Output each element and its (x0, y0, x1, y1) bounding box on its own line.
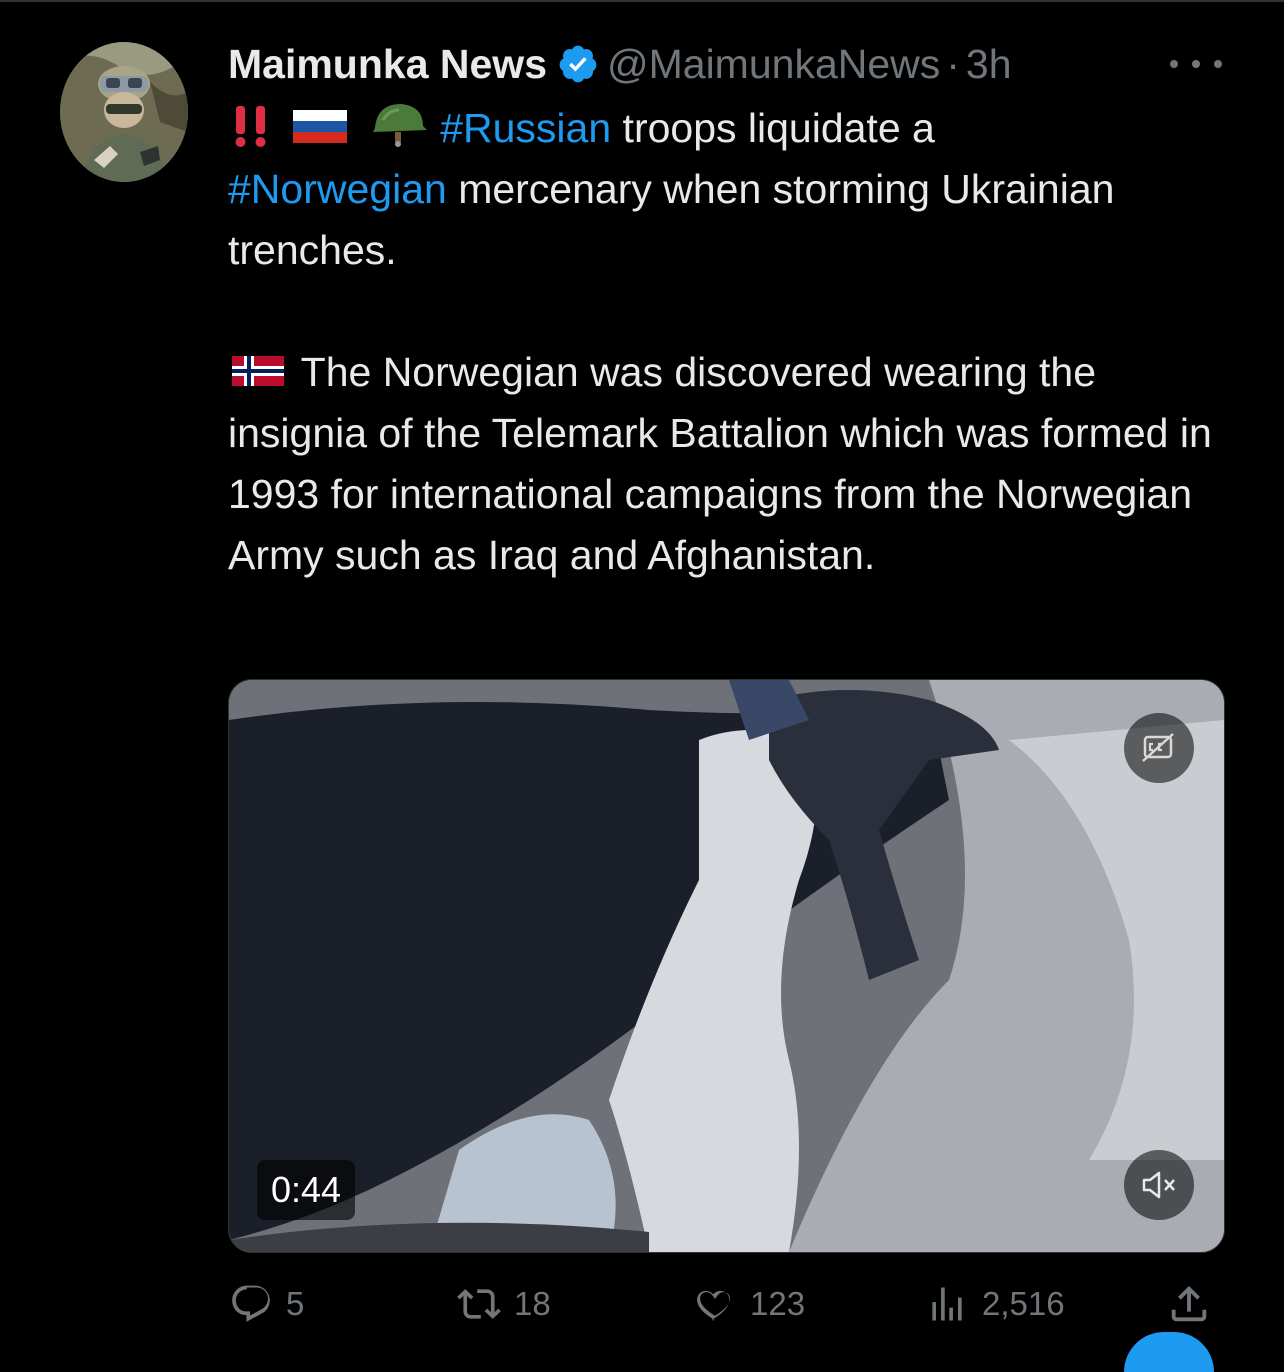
russia-flag-icon (293, 110, 348, 143)
heart-icon (697, 1290, 730, 1321)
military-helmet-icon (372, 104, 427, 147)
captions-button[interactable] (1124, 713, 1194, 783)
tweet-body: #Russian troops liquidate a #Norwegian m… (228, 98, 1238, 586)
retweet-button[interactable]: 18 (456, 1276, 551, 1332)
share-icon (1171, 1285, 1207, 1322)
like-count: 123 (750, 1285, 806, 1322)
captions-off-icon (1142, 733, 1174, 762)
top-divider (0, 0, 1284, 2)
more-dot-icon (1192, 60, 1200, 68)
avatar[interactable] (60, 42, 188, 182)
views-chart-icon (932, 1287, 962, 1321)
video-duration: 0:44 (257, 1160, 356, 1220)
retweet-count: 18 (514, 1285, 551, 1322)
hashtag-link[interactable]: #Russian (440, 105, 611, 151)
retweet-icon (457, 1289, 501, 1319)
share-button[interactable] (1166, 1276, 1212, 1332)
video-player[interactable]: 0:44 (228, 679, 1225, 1253)
tweet-actions-bar: 5 18 123 2,516 (228, 1276, 1223, 1332)
tweet-text-segment: The Norwegian was discovered wearing the… (228, 349, 1212, 578)
tweet-header: Maimunka News @MaimunkaNews · 3h (228, 36, 1012, 92)
tweet-paragraph-1: #Russian troops liquidate a #Norwegian m… (228, 98, 1238, 281)
reply-button[interactable]: 5 (228, 1276, 304, 1332)
header-separator: · (946, 40, 960, 87)
more-dot-icon (1170, 60, 1178, 68)
volume-muted-icon (1142, 1171, 1175, 1199)
author-handle[interactable]: @MaimunkaNews (607, 41, 940, 88)
norway-flag-icon (232, 356, 284, 386)
view-count: 2,516 (982, 1285, 1065, 1322)
more-dot-icon (1214, 60, 1222, 68)
tweet-timestamp[interactable]: 3h (966, 41, 1012, 88)
tweet-paragraph-2: The Norwegian was discovered wearing the… (228, 342, 1238, 586)
verified-badge-icon (559, 45, 597, 83)
views-button[interactable]: 2,516 (924, 1276, 1065, 1332)
author-name[interactable]: Maimunka News (228, 41, 547, 88)
video-frame (229, 680, 1224, 1252)
tweet-text-segment: troops liquidate a (611, 105, 935, 151)
avatar-image (60, 42, 188, 182)
double-exclamation-icon (235, 106, 266, 147)
reply-icon (232, 1285, 270, 1322)
more-options-button[interactable] (1170, 44, 1222, 84)
hashtag-link[interactable]: #Norwegian (228, 166, 447, 212)
compose-fab[interactable] (1124, 1332, 1214, 1372)
like-button[interactable]: 123 (692, 1276, 805, 1332)
reply-count: 5 (286, 1285, 305, 1322)
mute-button[interactable] (1124, 1150, 1194, 1220)
